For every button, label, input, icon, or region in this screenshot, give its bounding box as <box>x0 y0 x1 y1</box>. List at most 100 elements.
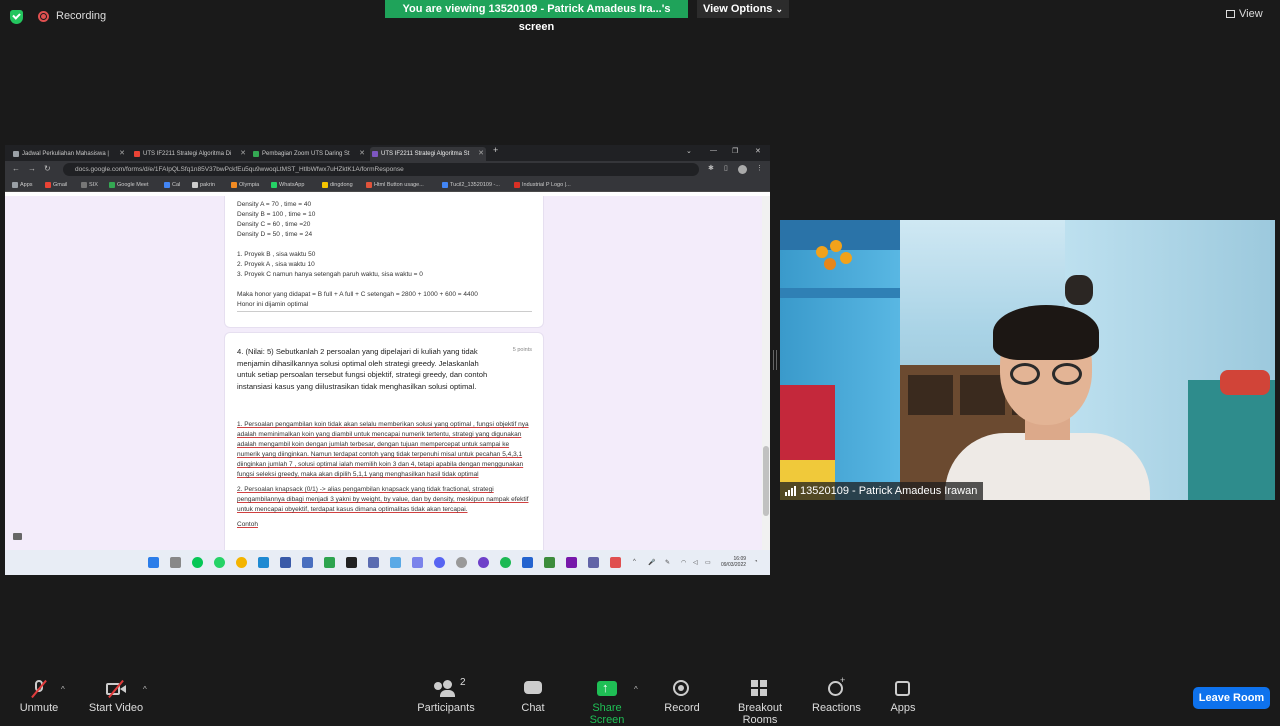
mic-tray-icon[interactable]: 🎤 <box>648 559 655 566</box>
discord-icon[interactable] <box>434 557 445 568</box>
close-window-icon[interactable]: ✕ <box>755 147 761 155</box>
apps-icon <box>12 182 18 188</box>
share-options-caret[interactable]: ^ <box>634 685 638 694</box>
windows-icon[interactable] <box>148 557 159 568</box>
dingdong-icon <box>322 182 328 188</box>
browser-tab[interactable]: UTS IF2211 Strategi Algoritma Di ✕ <box>132 147 248 161</box>
recording-icon <box>38 11 49 22</box>
clock[interactable]: 16:09 09/03/2022 <box>721 556 746 568</box>
extensions-icon[interactable]: ✱ <box>708 164 714 172</box>
answer-textarea[interactable]: 1. Persoalan pengambilan koin tidak akan… <box>237 420 529 535</box>
app-icon[interactable] <box>610 557 621 568</box>
form-page: Density A = 70 , time = 40 Density B = 1… <box>5 196 770 550</box>
scrollbar-thumb[interactable] <box>763 446 769 516</box>
bookmark-item[interactable]: SIX <box>80 180 98 190</box>
app-icon[interactable] <box>588 557 599 568</box>
browser-tab[interactable]: Pembagian Zoom UTS Daring St ✕ <box>251 147 367 161</box>
answer-paragraph: Contoh <box>237 521 258 528</box>
apps-label: Apps <box>890 702 916 714</box>
view-label: View <box>1239 8 1263 20</box>
feedback-icon[interactable] <box>13 533 22 540</box>
resize-handle[interactable] <box>773 350 777 370</box>
whatsapp-icon <box>271 182 277 188</box>
address-bar[interactable]: docs.google.com/forms/d/e/1FAIpQLSfq1n85… <box>63 163 699 176</box>
app-icon[interactable] <box>324 557 335 568</box>
bookmark-item[interactable]: Industrial P Logo |... <box>513 180 571 190</box>
app-icon[interactable] <box>390 557 401 568</box>
participants-button[interactable]: 2 Participants <box>414 677 478 714</box>
app-icon[interactable] <box>544 557 555 568</box>
close-tab-icon[interactable]: ✕ <box>119 147 125 161</box>
new-tab-button[interactable]: + <box>493 145 498 155</box>
close-tab-icon[interactable]: ✕ <box>359 147 365 161</box>
view-options-button[interactable]: View Options ⌄ <box>697 0 789 18</box>
browser-tab-active[interactable]: UTS IF2211 Strategi Algoritma St ✕ <box>370 147 486 161</box>
todo-icon[interactable] <box>522 557 533 568</box>
close-tab-icon[interactable]: ✕ <box>240 147 246 161</box>
close-tab-icon[interactable]: ✕ <box>478 147 484 161</box>
sidebar-icon[interactable]: ▯ <box>724 164 728 172</box>
reactions-label: Reactions <box>812 702 861 714</box>
github-icon[interactable] <box>478 557 489 568</box>
encryption-shield-icon[interactable] <box>10 10 23 24</box>
grid-view-icon <box>1226 10 1235 18</box>
reload-icon[interactable]: ↻ <box>44 164 51 173</box>
bookmark-item[interactable]: Html Button usage... <box>365 180 424 190</box>
bookmark-item[interactable]: Cal <box>163 180 180 190</box>
bookmark-item[interactable]: WhatsApp <box>270 180 304 190</box>
app-icon[interactable] <box>456 557 467 568</box>
bookmark-item[interactable]: Google Meet <box>108 180 149 190</box>
audio-options-caret[interactable]: ^ <box>61 685 65 694</box>
back-icon[interactable]: ← <box>12 164 20 173</box>
chat-icon <box>523 680 543 698</box>
tray-chevron-icon[interactable]: ^ <box>633 559 636 565</box>
bookmark-item[interactable]: dingdong <box>321 180 353 190</box>
task-view-icon[interactable] <box>170 557 181 568</box>
tab-search-icon[interactable]: ⌄ <box>686 147 692 155</box>
breakout-rooms-button[interactable]: Breakout Rooms <box>720 680 800 726</box>
view-button[interactable]: View <box>1226 8 1263 20</box>
vscode-icon[interactable] <box>258 557 269 568</box>
app-icon[interactable] <box>302 557 313 568</box>
spotify-icon[interactable] <box>500 557 511 568</box>
bookmark-item[interactable]: pakrin <box>191 180 215 190</box>
notification-icon[interactable]: ◔ <box>754 559 758 565</box>
windows-taskbar: ^ 🎤 ✎ ◠ ◁ ▭ 16:09 09/03/2022 ◔ <box>5 550 770 575</box>
participant-video-tile[interactable]: 13520109 - Patrick Amadeus Irawan <box>780 220 1275 500</box>
teams-icon[interactable] <box>412 557 423 568</box>
bookmark-item[interactable]: Olympia <box>230 180 259 190</box>
notion-icon[interactable] <box>346 557 357 568</box>
whatsapp-icon[interactable] <box>214 557 225 568</box>
volume-icon[interactable]: ◁ <box>693 559 698 566</box>
chrome-icon[interactable] <box>236 557 247 568</box>
kebab-menu-icon[interactable]: ⋮ <box>756 164 763 172</box>
browser-tab[interactable]: Jadwal Perkuliahan Mahasiswa | ✕ <box>11 147 127 161</box>
bookmark-item[interactable]: Gmail <box>44 180 67 190</box>
apps-button[interactable]: Apps <box>889 680 917 714</box>
app-icon[interactable] <box>280 557 291 568</box>
forward-icon[interactable]: → <box>28 164 36 173</box>
line-icon[interactable] <box>192 557 203 568</box>
avatar[interactable] <box>738 165 747 174</box>
maximize-icon[interactable]: ❐ <box>732 147 738 155</box>
share-screen-button[interactable]: Share Screen <box>576 680 638 726</box>
participants-label: Participants <box>417 702 475 714</box>
app-icon[interactable] <box>368 557 379 568</box>
recording-label: Recording <box>56 10 107 22</box>
bookmark-item[interactable]: Apps <box>11 180 33 190</box>
wifi-icon[interactable]: ◠ <box>681 559 686 566</box>
record-button[interactable]: Record <box>662 680 702 714</box>
battery-icon[interactable]: ▭ <box>705 559 711 566</box>
reactions-button[interactable]: + Reactions <box>812 675 861 714</box>
onenote-icon[interactable] <box>566 557 577 568</box>
bookmark-item[interactable]: Tucil2_13520109 -... <box>441 180 500 190</box>
minimize-icon[interactable]: — <box>710 147 717 154</box>
leave-room-button[interactable]: Leave Room <box>1193 687 1270 709</box>
start-video-button[interactable]: Start Video <box>88 679 144 714</box>
chat-button[interactable]: Chat <box>515 680 551 714</box>
answer-card-3: Density A = 70 , time = 40 Density B = 1… <box>225 196 543 327</box>
pen-icon[interactable]: ✎ <box>665 559 670 566</box>
share-screen-icon <box>597 680 617 698</box>
unmute-button[interactable]: Unmute <box>18 679 60 714</box>
video-options-caret[interactable]: ^ <box>143 685 147 694</box>
